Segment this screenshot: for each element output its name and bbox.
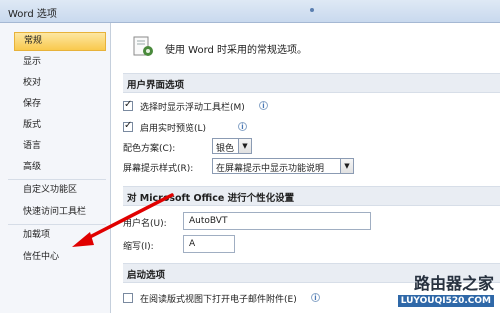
watermark-url: LUYOUQI520.COM — [397, 295, 494, 307]
watermark: 路由器之家 LUYOUQI520.COM — [397, 270, 494, 307]
watermark-title: 路由器之家 — [413, 274, 494, 293]
annotation-arrow — [72, 193, 174, 247]
